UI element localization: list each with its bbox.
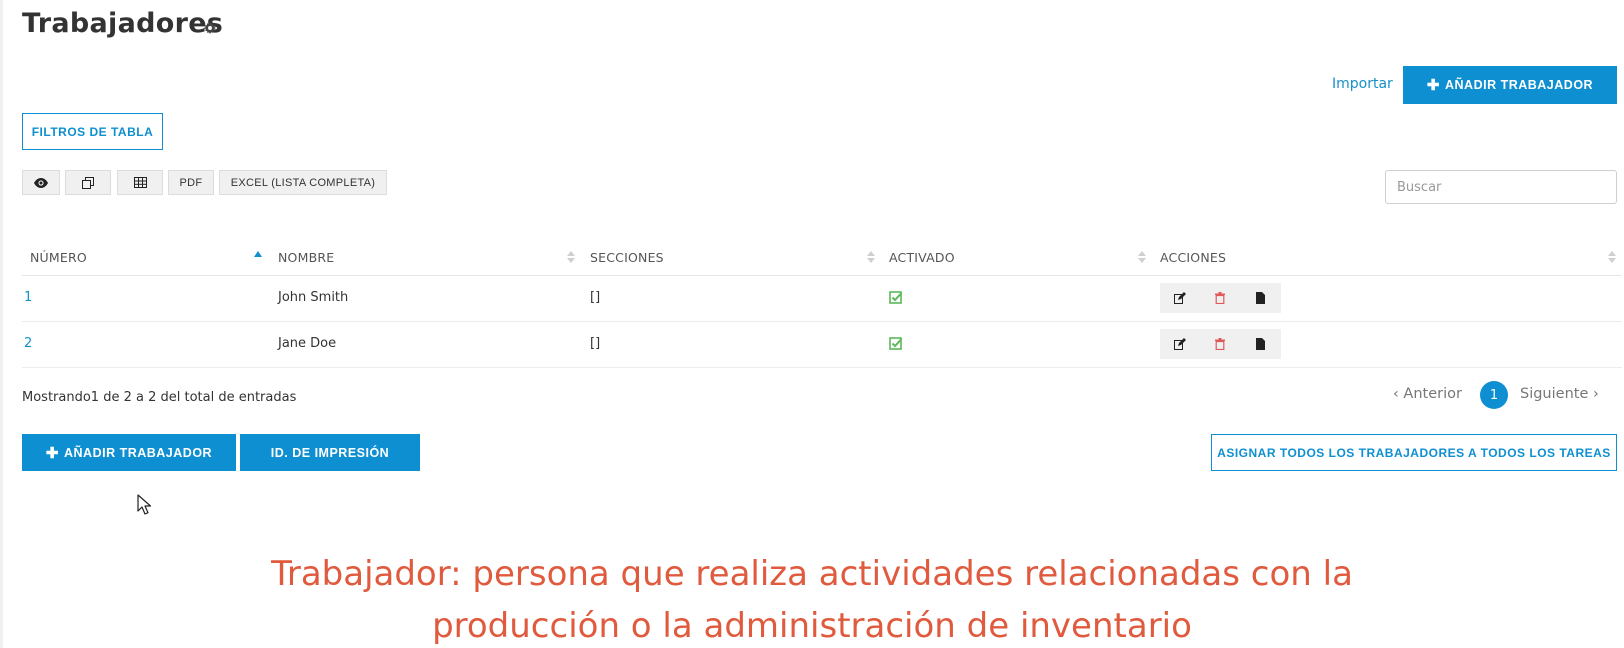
copy-icon xyxy=(82,176,94,189)
mouse-pointer-icon xyxy=(137,494,151,515)
print-id-button[interactable]: ID. DE IMPRESIÓN xyxy=(240,434,420,471)
column-header-activado[interactable]: ACTIVADO xyxy=(889,250,955,265)
row-actions xyxy=(1160,283,1281,313)
checked-icon xyxy=(889,337,903,350)
column-header-secciones[interactable]: SECCIONES xyxy=(590,250,664,265)
eye-icon xyxy=(34,177,48,188)
plus-icon: ✚ xyxy=(45,444,59,462)
row-number-link[interactable]: 2 xyxy=(24,336,32,351)
column-header-numero[interactable]: NÚMERO xyxy=(30,250,87,265)
definition-line-2: producción o la administración de invent… xyxy=(432,606,1192,646)
delete-button[interactable] xyxy=(1200,329,1240,359)
chevron-left-icon: ‹ xyxy=(1393,386,1399,402)
search-input[interactable] xyxy=(1385,170,1617,204)
assign-all-button[interactable]: ASIGNAR TODOS LOS TRABAJADORES A TODOS L… xyxy=(1211,434,1617,471)
row-name: Jane Doe xyxy=(278,336,337,351)
column-visibility-button[interactable] xyxy=(22,170,60,195)
document-icon xyxy=(1256,292,1266,304)
sort-asc-icon[interactable] xyxy=(254,250,262,264)
sort-icon[interactable] xyxy=(1138,250,1146,264)
add-worker-button-bottom[interactable]: ✚ AÑADIR TRABAJADOR xyxy=(22,434,236,471)
table-icon xyxy=(133,177,147,188)
sort-icon[interactable] xyxy=(567,250,575,264)
next-label: Siguiente xyxy=(1520,386,1589,402)
column-header-nombre[interactable]: NOMBRE xyxy=(278,250,334,265)
trash-icon xyxy=(1215,338,1226,350)
copy-button[interactable] xyxy=(65,170,111,195)
definition-text: Trabajador: persona que realiza activida… xyxy=(0,548,1624,648)
table-row: 2 Jane Doe [] xyxy=(22,322,1622,368)
checked-icon xyxy=(889,291,903,304)
definition-line-1: Trabajador: persona que realiza activida… xyxy=(271,554,1353,594)
edit-button[interactable] xyxy=(1160,329,1200,359)
document-icon xyxy=(1256,338,1266,350)
table-info: Mostrando1 de 2 a 2 del total de entrada… xyxy=(22,390,297,405)
previous-label: Anterior xyxy=(1403,386,1462,402)
add-worker-label: AÑADIR TRABAJADOR xyxy=(1444,78,1594,92)
excel-full-list-button[interactable]: EXCEL (LISTA COMPLETA) xyxy=(219,170,387,195)
row-sections: [] xyxy=(590,336,601,351)
edit-button[interactable] xyxy=(1160,283,1200,313)
row-number-link[interactable]: 1 xyxy=(24,290,32,305)
import-link[interactable]: Importar xyxy=(1332,76,1393,92)
csv-button[interactable] xyxy=(117,170,163,195)
page-title: Trabajadores xyxy=(22,8,224,39)
trash-icon xyxy=(1215,292,1226,304)
pagination-previous[interactable]: ‹ Anterior xyxy=(1393,386,1462,402)
row-sections: [] xyxy=(590,290,601,305)
edit-icon xyxy=(1174,338,1187,350)
chevron-right-icon: › xyxy=(1592,386,1599,402)
add-worker-label: AÑADIR TRABAJADOR xyxy=(63,445,213,460)
pdf-button[interactable]: PDF xyxy=(168,170,214,195)
row-name: John Smith xyxy=(278,290,349,305)
plus-icon: ✚ xyxy=(1426,77,1440,94)
pagination-next[interactable]: Siguiente › xyxy=(1520,386,1599,402)
sort-icon[interactable] xyxy=(1608,250,1616,264)
row-actions xyxy=(1160,329,1281,359)
document-button[interactable] xyxy=(1241,283,1281,313)
column-header-acciones[interactable]: ACCIONES xyxy=(1160,250,1226,265)
pagination-page-current[interactable]: 1 xyxy=(1480,381,1508,409)
delete-button[interactable] xyxy=(1200,283,1240,313)
gear-icon[interactable] xyxy=(204,22,216,34)
table-row: 1 John Smith [] xyxy=(22,276,1622,322)
table-filters-button[interactable]: FILTROS DE TABLA xyxy=(22,113,163,150)
edit-icon xyxy=(1174,292,1187,304)
sort-icon[interactable] xyxy=(867,250,875,264)
document-button[interactable] xyxy=(1241,329,1281,359)
add-worker-button-top[interactable]: ✚ AÑADIR TRABAJADOR xyxy=(1403,66,1617,104)
table-header: NÚMERO NOMBRE SECCIONES ACTIVADO ACCIONE… xyxy=(22,242,1622,276)
